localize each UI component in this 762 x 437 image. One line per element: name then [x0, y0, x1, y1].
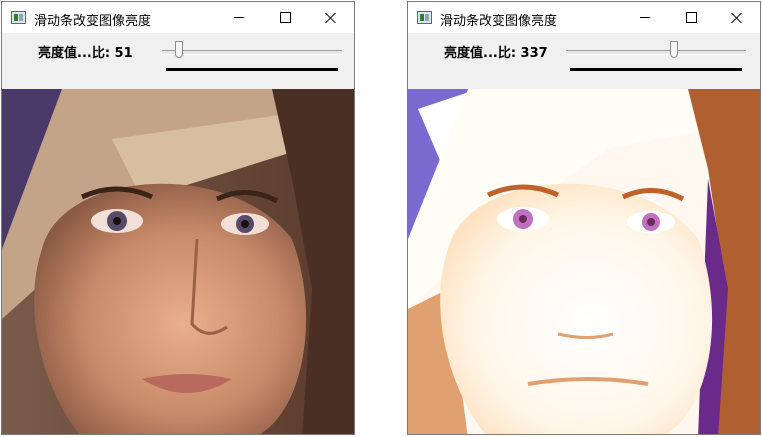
maximize-button[interactable]: [262, 2, 308, 33]
app-window-icon: [417, 11, 432, 24]
slider-channel[interactable]: [162, 50, 342, 55]
window-title: 滑动条改变图像亮度: [34, 14, 152, 29]
minimize-icon: [234, 17, 244, 18]
maximize-button[interactable]: [668, 2, 714, 33]
opencv-window-right: 滑动条改变图像亮度 亮度值...比: 337: [407, 1, 761, 435]
minimize-button[interactable]: [622, 2, 668, 33]
image-display: [408, 89, 760, 434]
close-button[interactable]: [714, 2, 760, 33]
trackbar-label: 亮度值...比: 337: [444, 46, 548, 61]
trackbar-panel: 亮度值...比: 337: [408, 33, 760, 89]
maximize-icon: [279, 12, 291, 23]
app-window-icon: [11, 11, 26, 24]
trackbar-label: 亮度值...比: 51: [38, 46, 133, 61]
title-bar[interactable]: 滑动条改变图像亮度: [408, 2, 760, 33]
brightness-slider[interactable]: [162, 41, 342, 59]
close-icon: [325, 12, 337, 24]
slider-tick-bar: [166, 68, 338, 71]
slider-thumb[interactable]: [175, 41, 183, 58]
trackbar-panel: 亮度值...比: 51: [2, 33, 354, 89]
minimize-button[interactable]: [216, 2, 262, 33]
title-bar[interactable]: 滑动条改变图像亮度: [2, 2, 354, 33]
slider-thumb[interactable]: [670, 41, 678, 58]
portrait-image: [2, 89, 354, 434]
close-button[interactable]: [308, 2, 354, 33]
slider-tick-bar: [570, 68, 742, 71]
brightness-slider[interactable]: [566, 41, 746, 59]
maximize-icon: [685, 12, 697, 23]
slider-channel[interactable]: [566, 50, 746, 55]
image-display: [2, 89, 354, 434]
window-title: 滑动条改变图像亮度: [440, 14, 558, 29]
portrait-image: [408, 89, 760, 434]
close-icon: [731, 12, 743, 24]
opencv-window-left: 滑动条改变图像亮度 亮度值...比: 51: [1, 1, 355, 435]
minimize-icon: [640, 17, 650, 18]
